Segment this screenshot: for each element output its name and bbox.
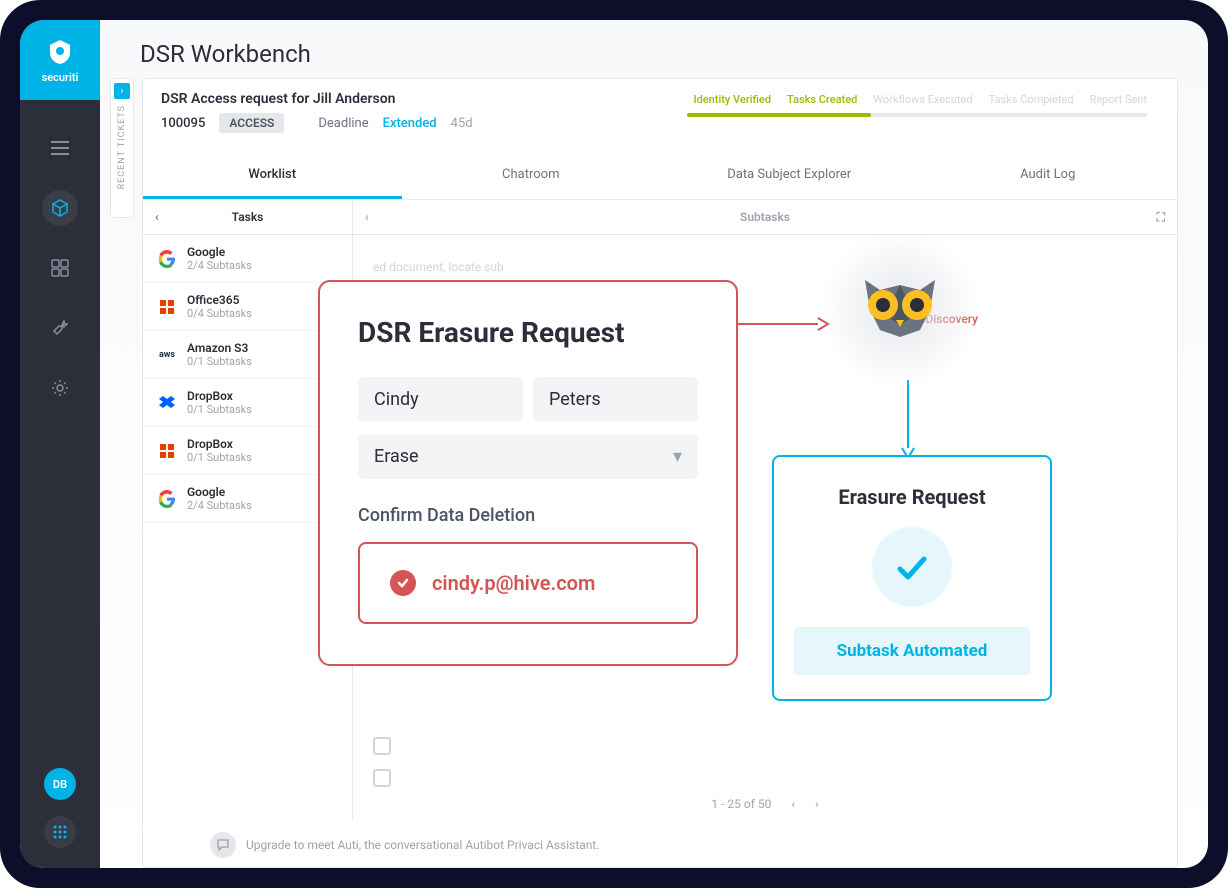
tabs: Worklist Chatroom Data Subject Explorer … [143, 153, 1177, 200]
progress-steps: Identity Verified Tasks Created Workflow… [693, 93, 1147, 106]
deadline-label: Deadline [318, 116, 368, 131]
result-modal: Erasure Request Subtask Automated [772, 455, 1052, 701]
checkbox-row[interactable] [373, 737, 1157, 755]
erasure-request-modal: DSR Erasure Request Cindy Peters Erase ▾… [318, 280, 738, 666]
check-icon [892, 547, 932, 587]
result-title: Erasure Request [794, 485, 1030, 509]
pager: 1 - 25 of 50 ‹ › [711, 797, 818, 811]
apps-icon[interactable] [44, 816, 76, 848]
task-subcount: 0/1 Subtasks [187, 451, 252, 464]
task-subcount: 2/4 Subtasks [187, 499, 252, 512]
task-name: Google [187, 485, 252, 499]
step-tasks: Tasks Created [787, 93, 857, 106]
chevron-down-icon: ▾ [673, 446, 682, 467]
ticket-type-badge: ACCESS [219, 113, 284, 133]
owl-assistant [820, 230, 980, 390]
modal-title: DSR Erasure Request [358, 316, 698, 349]
checkbox-icon[interactable] [373, 737, 391, 755]
chat-icon[interactable] [210, 832, 236, 858]
arrow-right-icon [730, 314, 830, 334]
cube-icon[interactable] [42, 190, 78, 226]
office-icon [157, 441, 177, 461]
progress-bar [687, 113, 1147, 117]
task-name: DropBox [187, 437, 252, 451]
page-title: DSR Workbench [140, 40, 1168, 68]
result-banner: Subtask Automated [794, 627, 1030, 675]
chevron-left-icon[interactable]: ‹ [155, 210, 159, 224]
owl-icon [850, 265, 950, 355]
side-nav: securiti DB [20, 20, 100, 868]
deadline-status: Extended [383, 116, 437, 131]
chevron-left-icon[interactable]: ‹ [365, 210, 369, 224]
tab-audit[interactable]: Audit Log [919, 153, 1178, 199]
task-name: Google [187, 245, 252, 259]
aws-icon: aws [157, 345, 177, 365]
user-avatar[interactable]: DB [44, 768, 76, 800]
deadline-days: 45d [451, 116, 473, 131]
logo-icon [45, 37, 75, 67]
tab-explorer[interactable]: Data Subject Explorer [660, 153, 919, 199]
action-select[interactable]: Erase ▾ [358, 434, 698, 479]
task-subcount: 0/4 Subtasks [187, 307, 252, 320]
menu-icon[interactable] [42, 130, 78, 166]
gear-icon[interactable] [42, 370, 78, 406]
check-circle-icon [390, 570, 416, 596]
task-subcount: 0/1 Subtasks [187, 355, 252, 368]
wrench-icon[interactable] [42, 310, 78, 346]
google-icon [157, 489, 177, 509]
task-name: Amazon S3 [187, 341, 252, 355]
recent-tickets-tab[interactable]: › RECENT TICKETS [110, 78, 134, 218]
confirm-label: Confirm Data Deletion [358, 505, 698, 526]
upgrade-bar[interactable]: Upgrade to meet Auti, the conversational… [180, 822, 1208, 868]
ticket-id: 100095 [161, 116, 205, 131]
tab-worklist[interactable]: Worklist [143, 153, 402, 199]
task-subcount: 2/4 Subtasks [187, 259, 252, 272]
chevron-right-icon[interactable]: › [114, 83, 130, 99]
dashboard-icon[interactable] [42, 250, 78, 286]
last-name-field[interactable]: Peters [533, 377, 698, 422]
confirm-box[interactable]: cindy.p@hive.com [358, 542, 698, 624]
google-icon [157, 249, 177, 269]
checkbox-icon[interactable] [373, 769, 391, 787]
first-name-field[interactable]: Cindy [358, 377, 523, 422]
dropbox-icon [157, 393, 177, 413]
brand-logo[interactable]: securiti [20, 20, 100, 100]
step-workflows: Workflows Executed [873, 93, 972, 106]
task-name: Office365 [187, 293, 252, 307]
task-name: DropBox [187, 389, 252, 403]
brand-name: securiti [42, 71, 79, 84]
checkbox-row[interactable] [373, 769, 1157, 787]
step-completed: Tasks Completed [989, 93, 1074, 106]
step-report: Report Sent [1090, 93, 1147, 106]
tasks-header: ‹ Tasks [143, 200, 352, 235]
step-identity: Identity Verified [693, 93, 771, 106]
office-icon [157, 297, 177, 317]
arrow-down-icon [898, 380, 918, 460]
expand-icon[interactable]: ⛶ [1157, 210, 1165, 225]
task-subcount: 0/1 Subtasks [187, 403, 252, 416]
confirm-email: cindy.p@hive.com [432, 571, 595, 595]
tab-chatroom[interactable]: Chatroom [402, 153, 661, 199]
success-circle [872, 527, 952, 607]
task-item[interactable]: Google 2/4 Subtasks [143, 235, 352, 283]
page-prev-icon[interactable]: ‹ [791, 797, 795, 811]
page-next-icon[interactable]: › [815, 797, 819, 811]
recent-label: RECENT TICKETS [117, 105, 127, 189]
subtasks-header: ‹ Subtasks ⛶ [353, 200, 1177, 235]
